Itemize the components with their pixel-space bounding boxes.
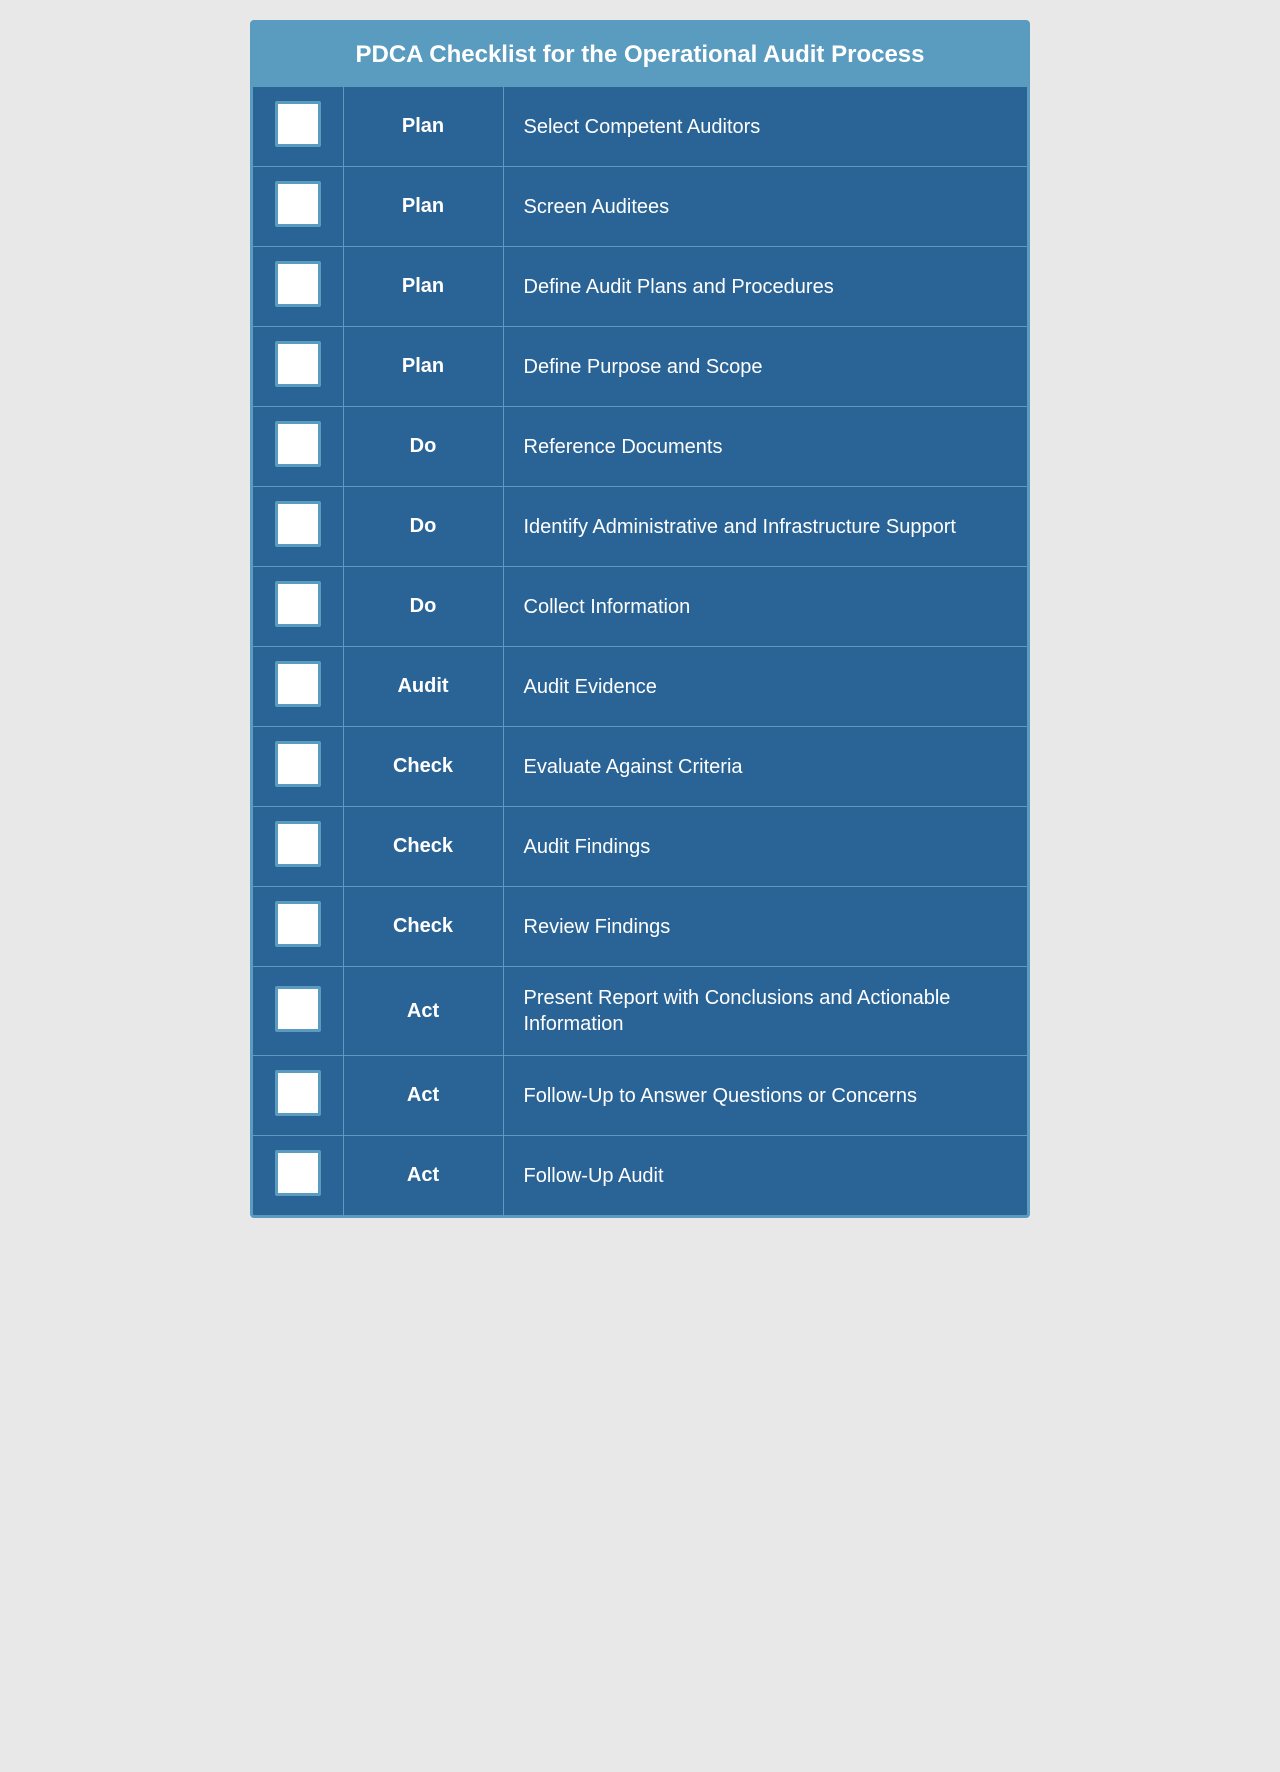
description-cell: Screen Auditees <box>503 167 1027 247</box>
checkbox-box[interactable] <box>275 421 321 467</box>
checkbox-cell <box>253 87 343 167</box>
description-cell: Present Report with Conclusions and Acti… <box>503 967 1027 1056</box>
table-row: PlanScreen Auditees <box>253 167 1027 247</box>
phase-cell: Act <box>343 1056 503 1136</box>
checkbox-box[interactable] <box>275 261 321 307</box>
phase-cell: Do <box>343 407 503 487</box>
checkbox-cell <box>253 167 343 247</box>
table-row: CheckEvaluate Against Criteria <box>253 727 1027 807</box>
table-row: PlanDefine Purpose and Scope <box>253 327 1027 407</box>
table-row: PlanSelect Competent Auditors <box>253 87 1027 167</box>
checkbox-box[interactable] <box>275 501 321 547</box>
phase-cell: Check <box>343 887 503 967</box>
checkbox-box[interactable] <box>275 661 321 707</box>
description-cell: Follow-Up Audit <box>503 1136 1027 1216</box>
phase-cell: Plan <box>343 327 503 407</box>
phase-cell: Check <box>343 807 503 887</box>
checkbox-cell <box>253 727 343 807</box>
description-cell: Follow-Up to Answer Questions or Concern… <box>503 1056 1027 1136</box>
phase-cell: Plan <box>343 87 503 167</box>
description-cell: Review Findings <box>503 887 1027 967</box>
header-title: PDCA Checklist for the Operational Audit… <box>355 41 924 68</box>
table-row: ActFollow-Up to Answer Questions or Conc… <box>253 1056 1027 1136</box>
description-cell: Audit Findings <box>503 807 1027 887</box>
phase-cell: Do <box>343 487 503 567</box>
description-cell: Select Competent Auditors <box>503 87 1027 167</box>
table-row: CheckReview Findings <box>253 887 1027 967</box>
checkbox-cell <box>253 807 343 887</box>
checkbox-box[interactable] <box>275 821 321 867</box>
phase-cell: Act <box>343 1136 503 1216</box>
checkbox-box[interactable] <box>275 181 321 227</box>
table-row: PlanDefine Audit Plans and Procedures <box>253 247 1027 327</box>
checkbox-cell <box>253 647 343 727</box>
phase-cell: Act <box>343 967 503 1056</box>
phase-cell: Plan <box>343 167 503 247</box>
table-row: ActFollow-Up Audit <box>253 1136 1027 1216</box>
checkbox-cell <box>253 567 343 647</box>
checkbox-box[interactable] <box>275 101 321 147</box>
phase-cell: Plan <box>343 247 503 327</box>
checkbox-cell <box>253 1136 343 1216</box>
checkbox-cell <box>253 887 343 967</box>
phase-cell: Audit <box>343 647 503 727</box>
description-cell: Audit Evidence <box>503 647 1027 727</box>
table-row: CheckAudit Findings <box>253 807 1027 887</box>
checkbox-cell <box>253 247 343 327</box>
table-row: DoCollect Information <box>253 567 1027 647</box>
phase-cell: Do <box>343 567 503 647</box>
checklist-container: PDCA Checklist for the Operational Audit… <box>250 20 1030 1218</box>
checkbox-box[interactable] <box>275 986 321 1032</box>
table-row: ActPresent Report with Conclusions and A… <box>253 967 1027 1056</box>
checkbox-cell <box>253 967 343 1056</box>
checkbox-box[interactable] <box>275 901 321 947</box>
description-cell: Define Purpose and Scope <box>503 327 1027 407</box>
checkbox-box[interactable] <box>275 741 321 787</box>
phase-cell: Check <box>343 727 503 807</box>
description-cell: Identify Administrative and Infrastructu… <box>503 487 1027 567</box>
checkbox-box[interactable] <box>275 1150 321 1196</box>
checkbox-cell <box>253 487 343 567</box>
table-row: DoIdentify Administrative and Infrastruc… <box>253 487 1027 567</box>
table-row: AuditAudit Evidence <box>253 647 1027 727</box>
checkbox-box[interactable] <box>275 341 321 387</box>
checkbox-box[interactable] <box>275 581 321 627</box>
checkbox-cell <box>253 327 343 407</box>
description-cell: Evaluate Against Criteria <box>503 727 1027 807</box>
table-row: DoReference Documents <box>253 407 1027 487</box>
checklist-table: PlanSelect Competent AuditorsPlanScreen … <box>253 87 1027 1215</box>
checkbox-box[interactable] <box>275 1070 321 1116</box>
description-cell: Collect Information <box>503 567 1027 647</box>
header: PDCA Checklist for the Operational Audit… <box>253 23 1027 87</box>
checkbox-cell <box>253 1056 343 1136</box>
description-cell: Define Audit Plans and Procedures <box>503 247 1027 327</box>
description-cell: Reference Documents <box>503 407 1027 487</box>
checkbox-cell <box>253 407 343 487</box>
